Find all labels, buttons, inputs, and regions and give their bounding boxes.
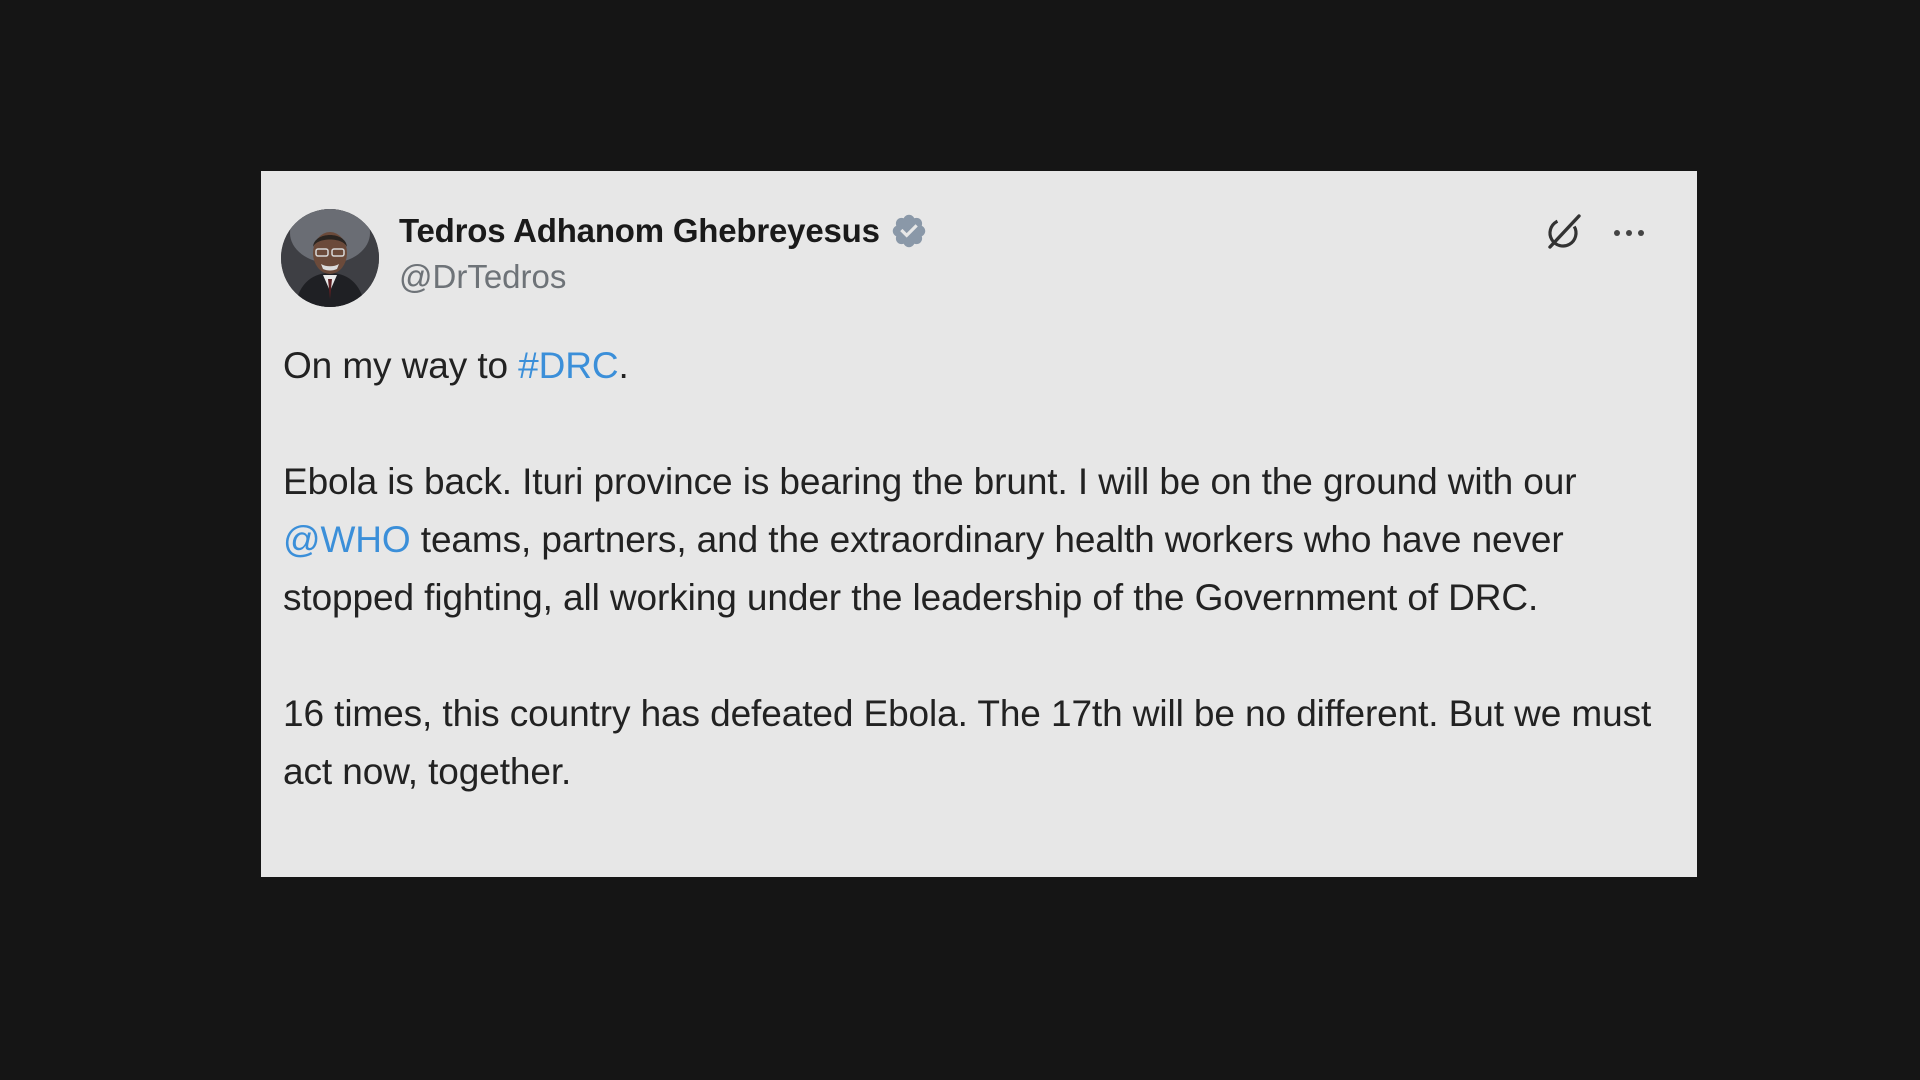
author-name-row: Tedros Adhanom Ghebreyesus	[399, 209, 928, 253]
text-fragment: Ebola is back. Ituri province is bearing…	[283, 461, 1577, 502]
profile-photo	[281, 209, 379, 307]
more-options-icon[interactable]	[1609, 213, 1649, 253]
verified-badge-icon	[892, 214, 925, 248]
text-fragment: On my way to	[283, 345, 519, 386]
tweet-text: On my way to #DRC. Ebola is back. Ituri …	[283, 337, 1673, 801]
text-fragment: .	[618, 345, 629, 386]
author-name[interactable]: Tedros Adhanom Ghebreyesus	[399, 212, 880, 250]
tweet-paragraph-2: Ebola is back. Ituri province is bearing…	[283, 453, 1673, 627]
mention-link[interactable]: @WHO	[283, 519, 411, 560]
video-frame: Tedros Adhanom Ghebreyesus @DrTedros On …	[0, 0, 1920, 1080]
hashtag-link[interactable]: #DRC	[518, 345, 618, 386]
tweet-paragraph-3: 16 times, this country has defeated Ebol…	[283, 693, 1652, 792]
text-fragment: teams, partners, and the extraordinary h…	[283, 519, 1564, 618]
tweet-paragraph-1: On my way to #DRC.	[283, 337, 1673, 395]
author-avatar[interactable]	[281, 209, 379, 307]
tweet-card: Tedros Adhanom Ghebreyesus @DrTedros On …	[261, 171, 1697, 877]
grok-icon[interactable]	[1541, 209, 1587, 255]
author-handle[interactable]: @DrTedros	[399, 258, 566, 296]
